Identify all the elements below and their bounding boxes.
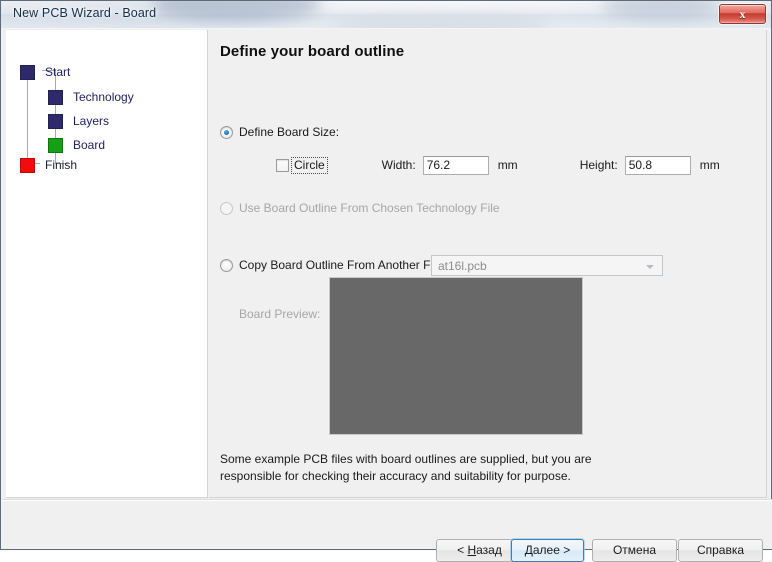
- source-file-combobox[interactable]: at16l.pcb: [431, 255, 663, 276]
- checkbox-circle-label: Circle: [291, 156, 328, 174]
- sidebar-item-label: Layers: [73, 113, 110, 128]
- help-button[interactable]: Справка: [678, 539, 763, 562]
- back-button-accel: Н: [467, 543, 477, 557]
- back-button-prefix: <: [457, 543, 468, 557]
- next-button[interactable]: Далее >: [511, 539, 584, 562]
- next-button-suffix: алее >: [532, 543, 571, 557]
- radio-define-board-size[interactable]: Define Board Size:: [220, 125, 339, 139]
- desktop-blur-smudge: [331, 15, 551, 28]
- sidebar-item-finish[interactable]: Finish: [20, 156, 77, 174]
- next-button-accel: Д: [524, 543, 533, 557]
- radio-use-technology-outline: Use Board Outline From Chosen Technology…: [220, 201, 500, 215]
- width-input[interactable]: [422, 155, 489, 175]
- checkbox-icon: [276, 158, 289, 172]
- width-label: Width:: [381, 158, 416, 172]
- wizard-content-pane: Define your board outline Define Board S…: [209, 30, 767, 498]
- height-unit-label: mm: [699, 158, 720, 172]
- page-title: Define your board outline: [220, 43, 405, 60]
- back-button-suffix: азад: [476, 543, 502, 557]
- radio-label: Copy Board Outline From Another File:: [239, 258, 446, 272]
- sidebar-item-start[interactable]: Start: [20, 63, 70, 81]
- cancel-button[interactable]: Отмена: [592, 539, 677, 562]
- step-node-icon: [48, 89, 63, 105]
- sidebar-item-board[interactable]: Board: [48, 136, 105, 154]
- footer-separator: [2, 500, 772, 501]
- source-file-value: at16l.pcb: [438, 259, 487, 273]
- note-text: Some example PCB files with board outlin…: [220, 452, 592, 483]
- dialog-button-bar: < Назад Далее > Отмена Справка: [2, 499, 772, 562]
- step-node-icon: [20, 64, 35, 80]
- sidebar-item-technology[interactable]: Technology: [48, 88, 134, 106]
- back-button[interactable]: < Назад: [436, 539, 523, 562]
- desktop-blur-smudge: [601, 1, 721, 19]
- sidebar-item-label: Board: [73, 137, 106, 152]
- radio-button-icon: [220, 258, 233, 272]
- window-client-area: Start Technology Layers Board Finish Def…: [0, 28, 772, 562]
- height-input[interactable]: [624, 155, 691, 175]
- title-bar[interactable]: New PCB Wizard - Board x: [0, 0, 772, 28]
- board-preview-label: Board Preview:: [239, 307, 321, 321]
- radio-label: Define Board Size:: [239, 125, 340, 139]
- board-preview-canvas: [329, 277, 583, 435]
- radio-button-icon: [220, 201, 233, 215]
- board-size-row: Circle Width: mm Height: mm: [276, 154, 720, 176]
- wizard-window: New PCB Wizard - Board x Start Technolog…: [0, 0, 772, 562]
- close-button[interactable]: x: [719, 4, 766, 24]
- radio-label: Use Board Outline From Chosen Technology…: [239, 201, 500, 215]
- checkbox-circle[interactable]: Circle: [276, 156, 328, 174]
- desktop-blur-smudge: [151, 1, 321, 21]
- height-label: Height:: [579, 158, 618, 172]
- sidebar-item-layers[interactable]: Layers: [48, 112, 109, 130]
- width-unit-label: mm: [497, 158, 518, 172]
- sidebar-item-label: Start: [45, 64, 71, 79]
- step-node-icon: [48, 137, 63, 153]
- sidebar-item-label: Technology: [73, 89, 134, 104]
- radio-button-icon: [220, 125, 233, 139]
- step-node-icon: [48, 113, 63, 129]
- radio-copy-outline-from-file[interactable]: Copy Board Outline From Another File:: [220, 258, 446, 272]
- window-title: New PCB Wizard - Board: [13, 6, 157, 20]
- chevron-down-icon: [646, 265, 654, 269]
- tree-line-vertical-root: [27, 78, 28, 163]
- sidebar-item-label: Finish: [45, 157, 78, 172]
- step-node-icon: [20, 157, 35, 173]
- wizard-step-sidebar: Start Technology Layers Board Finish: [6, 30, 208, 498]
- wizard-step-tree: Start Technology Layers Board Finish: [6, 30, 208, 498]
